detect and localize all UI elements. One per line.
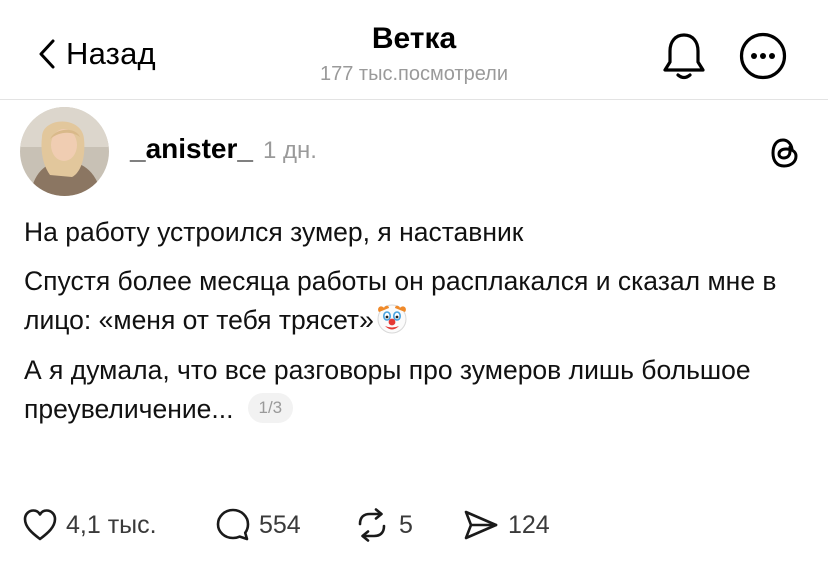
threads-icon — [771, 138, 798, 168]
more-options-button[interactable] — [739, 32, 787, 80]
repost-icon — [358, 508, 386, 542]
comment-bubble-icon — [216, 508, 250, 541]
send-icon — [464, 510, 498, 540]
avatar-photo — [20, 107, 109, 196]
views-count: 177 тыс.посмотрели — [320, 63, 508, 85]
likes-count: 4,1 тыс. — [66, 510, 157, 539]
back-button[interactable]: Назад — [36, 32, 156, 76]
top-bar: Назад Ветка 177 тыс.посмотрели — [0, 0, 828, 99]
reposts-count: 5 — [399, 510, 413, 539]
username[interactable]: _anister_ — [130, 133, 253, 165]
title-block: Ветка 177 тыс.посмотрели — [214, 20, 614, 89]
post-paragraph-3: А я думала, что все разговоры про зумеро… — [24, 351, 814, 429]
post-paragraph-1: На работу устроился зумер, я наставник — [24, 217, 524, 247]
chevron-left-icon — [39, 39, 55, 69]
heart-icon — [23, 509, 57, 541]
page-title: Ветка — [371, 22, 457, 55]
comment-button[interactable]: 554 — [215, 505, 301, 545]
post-body: На работу устроился зумер, я наставник С… — [24, 213, 814, 429]
notifications-button[interactable] — [660, 30, 708, 82]
post-actions-bar: 4,1 тыс. 554 5 124 — [22, 505, 822, 545]
repost-button[interactable]: 5 — [353, 505, 413, 545]
avatar[interactable] — [20, 107, 109, 196]
shares-count: 124 — [508, 510, 550, 539]
like-button[interactable]: 4,1 тыс. — [22, 505, 157, 545]
post-paragraph-2: Спустя более месяца работы он расплакалс… — [24, 262, 814, 340]
ellipsis-icon — [739, 32, 787, 80]
post-author-row: _anister_ 1 дн. — [130, 133, 317, 165]
share-button[interactable]: 124 — [462, 505, 550, 545]
header-divider — [0, 99, 828, 100]
back-label: Назад — [66, 36, 156, 71]
threads-button[interactable] — [770, 137, 800, 169]
page-indicator-badge: 1/3 — [247, 393, 294, 423]
post-time: 1 дн. — [262, 137, 317, 164]
post-paragraph-3-text: А я думала, что все разговоры про зумеро… — [24, 355, 751, 424]
bell-icon — [663, 33, 705, 80]
comments-count: 554 — [259, 510, 301, 539]
clown-face-icon — [377, 304, 407, 334]
